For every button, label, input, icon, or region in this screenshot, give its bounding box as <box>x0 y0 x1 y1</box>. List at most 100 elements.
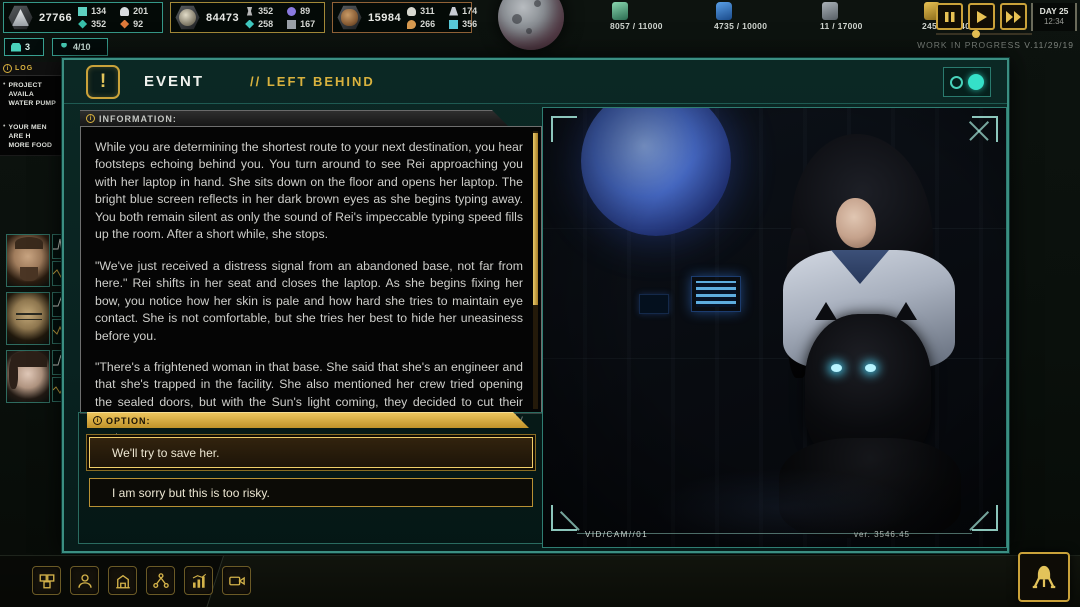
event-type-label: EVENT <box>144 73 204 90</box>
camera-button[interactable] <box>222 566 251 595</box>
camera-feed-label: VID/CAM//01 <box>585 530 648 539</box>
text-scrollbar[interactable] <box>533 131 538 409</box>
fast-forward-icon <box>1006 11 1022 23</box>
sub-resource-value: 266 <box>420 19 435 29</box>
flask-icon <box>449 7 458 16</box>
event-exclamation-icon: ! <box>86 65 120 99</box>
log-item-line: YOUR MEN ARE H <box>8 123 62 141</box>
organics-hex-icon <box>337 5 362 30</box>
sub-resource-value: 92 <box>133 19 143 29</box>
log-item-water-pump[interactable]: • PROJECT AVAILA WATER PUMP <box>0 76 64 110</box>
crates-icon <box>38 572 56 590</box>
bottom-bar <box>0 555 1080 607</box>
organics-total: 15984 <box>368 12 401 24</box>
sub-resource-value: 356 <box>462 19 477 29</box>
power-value: 8057 / 11000 <box>610 21 663 31</box>
info-icon: i <box>93 416 102 425</box>
info-icon: i <box>86 114 95 123</box>
info-icon: i <box>3 64 12 73</box>
log-panel: i LOG • PROJECT AVAILA WATER PUMP • YOUR… <box>0 62 64 156</box>
organic-glyph <box>341 9 358 26</box>
corner-bracket <box>551 116 577 142</box>
network-button[interactable] <box>146 566 175 595</box>
avatar-hair-side <box>9 359 18 389</box>
toolbar <box>32 566 251 595</box>
resources-button[interactable] <box>32 566 61 595</box>
moon-crater <box>526 28 532 34</box>
option-header: OPTION: <box>106 416 151 426</box>
orb-purple-icon <box>287 7 296 16</box>
sub-resource-value: 89 <box>300 6 310 16</box>
log-item-food[interactable]: • YOUR MEN ARE H MORE FOOD <box>0 118 64 152</box>
power-meter: 8057 / 11000 <box>610 2 663 34</box>
moon-crater <box>512 14 522 24</box>
resource-group-minerals: 27766 134 201 352 92 <box>3 2 163 33</box>
fast-forward-button[interactable] <box>1000 3 1027 30</box>
crew-badge[interactable]: 3 <box>4 38 44 56</box>
scrollbar-thumb[interactable] <box>533 133 538 305</box>
cube-cyan-icon <box>449 20 458 29</box>
avatar-hair <box>15 237 43 249</box>
capacity-icon <box>59 43 69 52</box>
power-icon <box>612 2 628 20</box>
speed-handle[interactable] <box>972 30 980 38</box>
glow-dot-icon <box>968 74 984 90</box>
rock-hex-icon <box>175 5 200 30</box>
time-label: 12:34 <box>1033 17 1075 26</box>
mountain-glyph <box>12 9 29 26</box>
storage-icon <box>822 2 838 20</box>
base-icon <box>114 572 132 590</box>
speed-track[interactable] <box>936 33 1032 35</box>
event-paragraph: While you are determining the shortest r… <box>95 139 523 244</box>
drop-amber-icon <box>407 20 416 29</box>
option-tab: i OPTION: <box>87 412 529 428</box>
mineral-total: 27766 <box>39 12 72 24</box>
avatar <box>6 292 50 345</box>
avatar <box>6 234 50 287</box>
lander-button[interactable] <box>1018 552 1070 602</box>
crew-count: 3 <box>25 42 30 52</box>
log-item-line: WATER PUMP <box>8 99 62 108</box>
information-tab: i INFORMATION: <box>80 110 508 126</box>
ring-icon <box>950 76 963 89</box>
base-button[interactable] <box>108 566 137 595</box>
corner-bracket <box>551 505 577 531</box>
storage-meter: 11 / 17000 <box>820 2 863 34</box>
sub-resource-value: 201 <box>133 6 148 16</box>
capacity-badge[interactable]: 4/10 <box>52 38 108 56</box>
event-title: // LEFT BEHIND <box>250 74 375 89</box>
camera-icon <box>228 572 246 590</box>
network-icon <box>152 572 170 590</box>
option-section: i OPTION: We'll try to save her. I am so… <box>78 412 544 544</box>
water-value: 4735 / 10000 <box>714 21 767 31</box>
event-image-panel: VID/CAM//01 ver. 3546.45 <box>542 107 1007 548</box>
option-save-her-button[interactable]: We'll try to save her. <box>89 437 533 468</box>
cube-grey-icon <box>287 20 296 29</box>
gem-cyan-icon <box>245 20 254 29</box>
day-label: DAY 25 <box>1033 6 1075 16</box>
colonists-button[interactable] <box>70 566 99 595</box>
pause-button[interactable] <box>936 3 963 30</box>
sub-resource-value: 352 <box>91 19 106 29</box>
option-too-risky-button[interactable]: I am sorry but this is too risky. <box>89 478 533 507</box>
resource-group-organics: 15984 311 174 266 356 <box>332 2 472 33</box>
information-header: INFORMATION: <box>99 114 177 124</box>
avatar <box>6 350 50 403</box>
gem-teal-icon <box>78 20 87 29</box>
stats-button[interactable] <box>184 566 213 595</box>
event-text-area: While you are determining the shortest r… <box>80 126 542 414</box>
mound-white-icon <box>120 7 129 16</box>
pause-icon <box>944 11 956 23</box>
log-header: i LOG <box>0 62 64 76</box>
crystal-orange-icon <box>120 20 129 29</box>
vignette-overlay <box>543 108 1006 547</box>
corner-bracket <box>972 505 998 531</box>
rock-total: 84473 <box>206 12 239 24</box>
bullet: • <box>3 81 5 108</box>
sub-resource-value: 311 <box>420 6 435 16</box>
play-icon <box>976 11 988 23</box>
sub-resource-value: 258 <box>258 19 273 29</box>
play-button[interactable] <box>968 3 995 30</box>
rock-glyph <box>179 9 196 26</box>
day-time-display: DAY 25 12:34 <box>1031 3 1077 31</box>
